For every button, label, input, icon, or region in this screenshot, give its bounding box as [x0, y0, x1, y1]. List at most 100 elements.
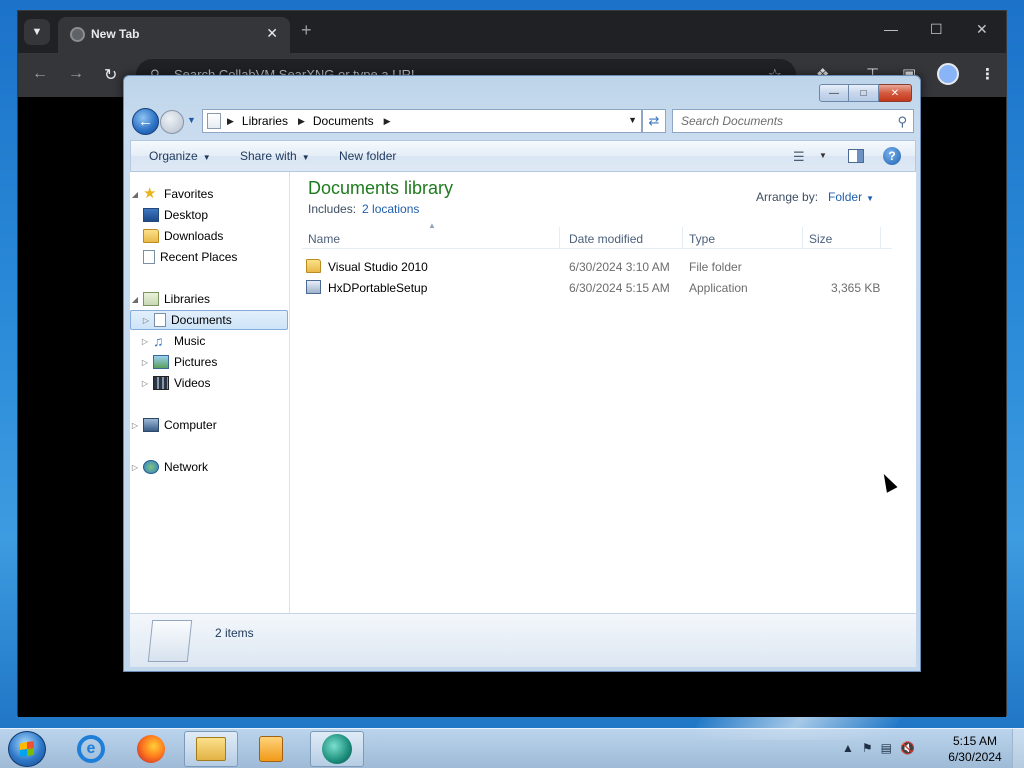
- start-button[interactable]: [8, 731, 46, 767]
- locations-link[interactable]: 2 locations: [362, 202, 419, 216]
- action-center-flag-icon[interactable]: ⚑: [862, 741, 873, 755]
- back-button[interactable]: ←: [132, 108, 159, 135]
- file-name: HxDPortableSetup: [328, 281, 428, 295]
- profile-avatar-icon[interactable]: [937, 63, 959, 85]
- expanded-triangle-icon[interactable]: ◢: [130, 190, 140, 199]
- show-desktop-button[interactable]: [1012, 729, 1024, 768]
- nav-label: Network: [164, 460, 209, 474]
- column-size[interactable]: Size: [809, 232, 832, 246]
- tab-close-button[interactable]: ✕: [266, 25, 278, 42]
- nav-item-videos[interactable]: ▷ Videos: [130, 373, 288, 393]
- documents-icon: [154, 313, 166, 327]
- close-button[interactable]: ✕: [879, 84, 912, 102]
- breadcrumb-separator-icon[interactable]: ▶: [298, 116, 305, 127]
- computer-icon: [143, 418, 159, 432]
- forward-arrow-icon[interactable]: →: [68, 65, 84, 83]
- browser-minimize-button[interactable]: —: [884, 21, 898, 37]
- address-dropdown-icon[interactable]: ▼: [628, 115, 637, 125]
- breadcrumb-libraries[interactable]: Libraries: [242, 114, 288, 128]
- column-type[interactable]: Type: [689, 232, 715, 246]
- folder-icon: [306, 259, 321, 273]
- collapsed-triangle-icon[interactable]: ▷: [140, 379, 150, 388]
- chevron-down-icon[interactable]: ▼: [866, 194, 874, 203]
- new-folder-button[interactable]: New folder: [339, 149, 396, 163]
- chevron-down-icon: ▼: [202, 153, 211, 162]
- collapsed-triangle-icon[interactable]: ▷: [130, 421, 140, 430]
- back-arrow-icon[interactable]: ←: [32, 65, 48, 83]
- recent-pages-chevron-icon[interactable]: ▼: [187, 115, 196, 125]
- taskbar-internet-explorer[interactable]: e: [64, 731, 118, 767]
- new-tab-button[interactable]: +: [301, 20, 312, 41]
- nav-label: Documents: [171, 313, 232, 327]
- forward-button[interactable]: [160, 110, 184, 134]
- nav-item-libraries[interactable]: ◢ Libraries: [130, 289, 288, 309]
- collapsed-triangle-icon[interactable]: ▷: [141, 316, 151, 325]
- nav-label: Music: [174, 334, 206, 348]
- file-row-hxdportablesetup[interactable]: HxDPortableSetup 6/30/2024 5:15 AM Appli…: [302, 278, 892, 298]
- column-divider[interactable]: [682, 227, 683, 249]
- search-placeholder: Search Documents: [681, 114, 784, 128]
- media-player-icon: [259, 736, 283, 762]
- nav-item-desktop[interactable]: Desktop: [140, 205, 298, 225]
- browser-maximize-button[interactable]: ☐: [930, 21, 943, 38]
- collapsed-triangle-icon[interactable]: ▷: [140, 337, 150, 346]
- file-row-visual-studio-2010[interactable]: Visual Studio 2010 6/30/2024 3:10 AM Fil…: [302, 257, 892, 277]
- column-divider[interactable]: [802, 227, 803, 249]
- nav-item-computer[interactable]: ▷ Computer: [130, 415, 288, 435]
- volume-muted-icon[interactable]: 🔇: [900, 741, 915, 755]
- column-date-modified[interactable]: Date modified: [569, 232, 643, 246]
- change-view-icon[interactable]: ☰: [793, 149, 805, 165]
- taskbar-media-player[interactable]: [244, 731, 298, 767]
- taskbar-firefox[interactable]: [124, 731, 178, 767]
- nav-item-music[interactable]: ▷ ♫ Music: [130, 331, 288, 351]
- file-type: File folder: [689, 260, 742, 274]
- nav-item-downloads[interactable]: Downloads: [140, 226, 298, 246]
- browser-close-button[interactable]: ✕: [976, 21, 988, 38]
- address-bar[interactable]: ▶ Libraries ▶ Documents ▶ ▼: [202, 109, 642, 133]
- share-with-button[interactable]: Share with ▼: [240, 149, 310, 163]
- folder-icon: [196, 737, 226, 761]
- help-icon[interactable]: ?: [883, 147, 901, 165]
- share-with-label: Share with: [240, 149, 297, 163]
- desktop-icon: [143, 208, 159, 222]
- arrange-by-dropdown[interactable]: Folder: [828, 190, 862, 204]
- search-input[interactable]: Search Documents ⚲: [672, 109, 914, 133]
- tab-search-button[interactable]: ▼: [24, 19, 50, 45]
- taskbar-vm-app[interactable]: [310, 731, 364, 767]
- collapsed-triangle-icon[interactable]: ▷: [140, 358, 150, 367]
- nav-item-documents[interactable]: ▷ Documents: [130, 310, 288, 330]
- collapsed-triangle-icon[interactable]: ▷: [130, 463, 140, 472]
- nav-item-recent-places[interactable]: Recent Places: [140, 247, 298, 267]
- clock[interactable]: 5:15 AM 6/30/2024: [940, 733, 1010, 765]
- taskbar-windows-explorer[interactable]: [184, 731, 238, 767]
- nav-item-network[interactable]: ▷ Network: [130, 457, 288, 477]
- network-tray-icon[interactable]: ▤: [881, 741, 892, 755]
- column-name[interactable]: Name: [308, 232, 340, 246]
- breadcrumb-documents[interactable]: Documents: [313, 114, 374, 128]
- preview-pane-icon[interactable]: [848, 149, 864, 163]
- library-includes: Includes: 2 locations: [308, 202, 419, 216]
- column-divider[interactable]: [880, 227, 881, 249]
- kebab-menu-icon[interactable]: ⋮: [980, 65, 995, 83]
- refresh-button[interactable]: ⇄: [642, 109, 666, 133]
- firefox-icon: [137, 735, 165, 763]
- includes-label: Includes:: [308, 202, 357, 216]
- film-strip-icon: [153, 376, 169, 390]
- file-name: Visual Studio 2010: [328, 260, 428, 274]
- browser-tab[interactable]: New Tab ✕: [58, 17, 290, 53]
- minimize-button[interactable]: —: [819, 84, 849, 102]
- clock-date: 6/30/2024: [948, 750, 1002, 764]
- nav-item-favorites[interactable]: ◢ ★ Favorites: [130, 184, 288, 204]
- reload-icon[interactable]: ↻: [104, 65, 117, 85]
- show-hidden-icons-icon[interactable]: ▲: [842, 741, 854, 755]
- organize-button[interactable]: Organize ▼: [149, 149, 211, 163]
- view-options-chevron-icon[interactable]: ▼: [819, 151, 827, 160]
- maximize-button[interactable]: □: [849, 84, 879, 102]
- details-pane: 2 items: [130, 613, 916, 667]
- breadcrumb-separator-icon[interactable]: ▶: [227, 116, 234, 127]
- breadcrumb-separator-icon[interactable]: ▶: [384, 116, 391, 127]
- nav-item-pictures[interactable]: ▷ Pictures: [130, 352, 288, 372]
- expanded-triangle-icon[interactable]: ◢: [130, 295, 140, 304]
- nav-label: Favorites: [164, 187, 214, 201]
- column-divider[interactable]: [559, 227, 560, 249]
